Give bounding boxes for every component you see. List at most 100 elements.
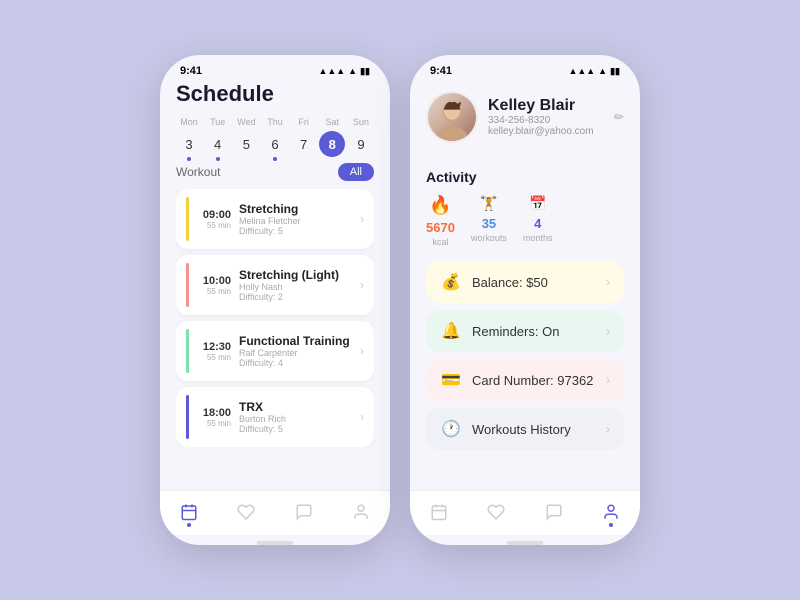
cal-day-thu: Thu (262, 117, 288, 127)
cal-date-3[interactable]: 3 (176, 131, 202, 157)
workout-item-stretching[interactable]: 09:00 55 min Stretching Melina Fletcher … (176, 189, 374, 249)
flame-icon: 🔥 (429, 195, 451, 216)
stat-months-value: 4 (534, 216, 541, 231)
workout-time-value-4: 18:00 (197, 407, 231, 419)
calendar-dates: 3 4 5 6 7 8 9 (176, 131, 374, 157)
bell-icon: 🔔 (440, 321, 462, 341)
cal-day-mon: Mon (176, 117, 202, 127)
activity-title: Activity (426, 169, 624, 185)
phones-container: 9:41 ▲▲▲ ▲ ▮▮ Schedule Mon Tue Wed Thu F… (160, 55, 640, 545)
avatar-image (428, 93, 476, 141)
workout-item-functional[interactable]: 12:30 55 min Functional Training Ralf Ca… (176, 321, 374, 381)
reminders-chevron: › (606, 324, 610, 338)
cal-date-4[interactable]: 4 (205, 131, 231, 157)
workout-info-3: Functional Training Ralf Carpenter Diffi… (239, 334, 352, 368)
workout-item-stretching-light[interactable]: 10:00 55 min Stretching (Light) Holly Na… (176, 255, 374, 315)
avatar (426, 91, 478, 143)
menu-card-history[interactable]: 🕐 Workouts History › (426, 408, 624, 450)
cal-day-sun: Sun (348, 117, 374, 127)
home-indicator-1 (257, 541, 293, 545)
signal-icon: ▲▲▲ (318, 66, 345, 76)
nav-calendar-2[interactable] (428, 501, 450, 523)
balance-label: Balance: $50 (472, 275, 596, 290)
profile-email: kelley.blair@yahoo.com (488, 126, 604, 137)
schedule-content: Schedule Mon Tue Wed Thu Fri Sat Sun 3 4… (160, 81, 390, 490)
workout-name-4: TRX (239, 400, 352, 414)
filter-all-button[interactable]: All (338, 163, 374, 181)
edit-icon[interactable]: ✏ (614, 110, 624, 124)
workout-difficulty-4: Difficulty: 5 (239, 424, 352, 434)
nav-chat-2[interactable] (543, 501, 565, 523)
nav-person-2[interactable] (600, 501, 622, 523)
stat-months-label: months (523, 233, 553, 243)
stat-kcal: 🔥 5670 kcal (426, 195, 455, 247)
phone-schedule: 9:41 ▲▲▲ ▲ ▮▮ Schedule Mon Tue Wed Thu F… (160, 55, 390, 545)
workout-info-2: Stretching (Light) Holly Nash Difficulty… (239, 268, 352, 302)
cal-date-9[interactable]: 9 (348, 131, 374, 157)
cal-day-wed: Wed (233, 117, 259, 127)
nav-calendar-1[interactable] (178, 501, 200, 523)
workout-item-trx[interactable]: 18:00 55 min TRX Burton Rich Difficulty:… (176, 387, 374, 447)
stat-workouts-value: 35 (482, 216, 496, 231)
workout-time-2: 10:00 55 min (197, 275, 231, 296)
nav-heart-1[interactable] (235, 501, 257, 523)
stat-kcal-label: kcal (432, 237, 448, 247)
menu-card-card[interactable]: 💳 Card Number: 97362 › (426, 359, 624, 401)
cal-day-sat: Sat (319, 117, 345, 127)
status-icons-2: ▲▲▲ ▲ ▮▮ (568, 66, 620, 77)
activity-stats: 🔥 5670 kcal 🏋 35 workouts 📅 4 months (426, 195, 624, 247)
stat-months: 📅 4 months (523, 195, 553, 247)
cal-date-6[interactable]: 6 (262, 131, 288, 157)
calendar-icon-stat: 📅 (529, 195, 546, 212)
activity-section: Activity 🔥 5670 kcal 🏋 35 workouts 📅 4 m… (410, 169, 640, 247)
cal-date-7[interactable]: 7 (291, 131, 317, 157)
stat-workouts-label: workouts (471, 233, 507, 243)
history-icon: 🕐 (440, 419, 462, 439)
menu-card-reminders[interactable]: 🔔 Reminders: On › (426, 310, 624, 352)
workout-info-1: Stretching Melina Fletcher Difficulty: 5 (239, 202, 352, 236)
reminders-label: Reminders: On (472, 324, 596, 339)
calendar-header: Mon Tue Wed Thu Fri Sat Sun (176, 117, 374, 127)
dumbbell-icon: 🏋 (480, 195, 497, 212)
workout-time-value-2: 10:00 (197, 275, 231, 287)
workout-duration-3: 55 min (197, 353, 231, 362)
stat-workouts: 🏋 35 workouts (471, 195, 507, 247)
cal-date-5[interactable]: 5 (233, 131, 259, 157)
workout-difficulty-2: Difficulty: 2 (239, 292, 352, 302)
workout-trainer-2: Holly Nash (239, 282, 352, 292)
card-icon: 💳 (440, 370, 462, 390)
signal-icon-2: ▲▲▲ (568, 66, 595, 76)
profile-phone: 334-256-8320 (488, 115, 604, 126)
workout-time-1: 09:00 55 min (197, 209, 231, 230)
profile-section: Kelley Blair 334-256-8320 kelley.blair@y… (410, 81, 640, 169)
workout-difficulty-3: Difficulty: 4 (239, 358, 352, 368)
card-chevron: › (606, 373, 610, 387)
nav-person-1[interactable] (350, 501, 372, 523)
chevron-icon-2: › (360, 278, 364, 292)
workout-trainer-1: Melina Fletcher (239, 216, 352, 226)
cal-date-8[interactable]: 8 (319, 131, 345, 157)
battery-icon: ▮▮ (360, 66, 370, 77)
profile-info: Kelley Blair 334-256-8320 kelley.blair@y… (488, 97, 604, 137)
status-time-1: 9:41 (180, 65, 202, 77)
profile-name: Kelley Blair (488, 97, 604, 115)
workout-filter: Workout All (176, 163, 374, 181)
chevron-icon-1: › (360, 212, 364, 226)
menu-card-balance[interactable]: 💰 Balance: $50 › (426, 261, 624, 303)
card-label: Card Number: 97362 (472, 373, 596, 388)
workout-color-bar-4 (186, 395, 189, 439)
wifi-icon: ▲ (348, 66, 357, 76)
bottom-nav-2 (410, 490, 640, 535)
workout-name-2: Stretching (Light) (239, 268, 352, 282)
wifi-icon-2: ▲ (598, 66, 607, 76)
workout-duration-2: 55 min (197, 287, 231, 296)
workout-color-bar-2 (186, 263, 189, 307)
workout-info-4: TRX Burton Rich Difficulty: 5 (239, 400, 352, 434)
battery-icon-2: ▮▮ (610, 66, 620, 77)
nav-chat-1[interactable] (293, 501, 315, 523)
cal-day-fri: Fri (291, 117, 317, 127)
nav-heart-2[interactable] (485, 501, 507, 523)
phone-profile: 9:41 ▲▲▲ ▲ ▮▮ (410, 55, 640, 545)
workout-label: Workout (176, 165, 220, 179)
workout-time-3: 12:30 55 min (197, 341, 231, 362)
